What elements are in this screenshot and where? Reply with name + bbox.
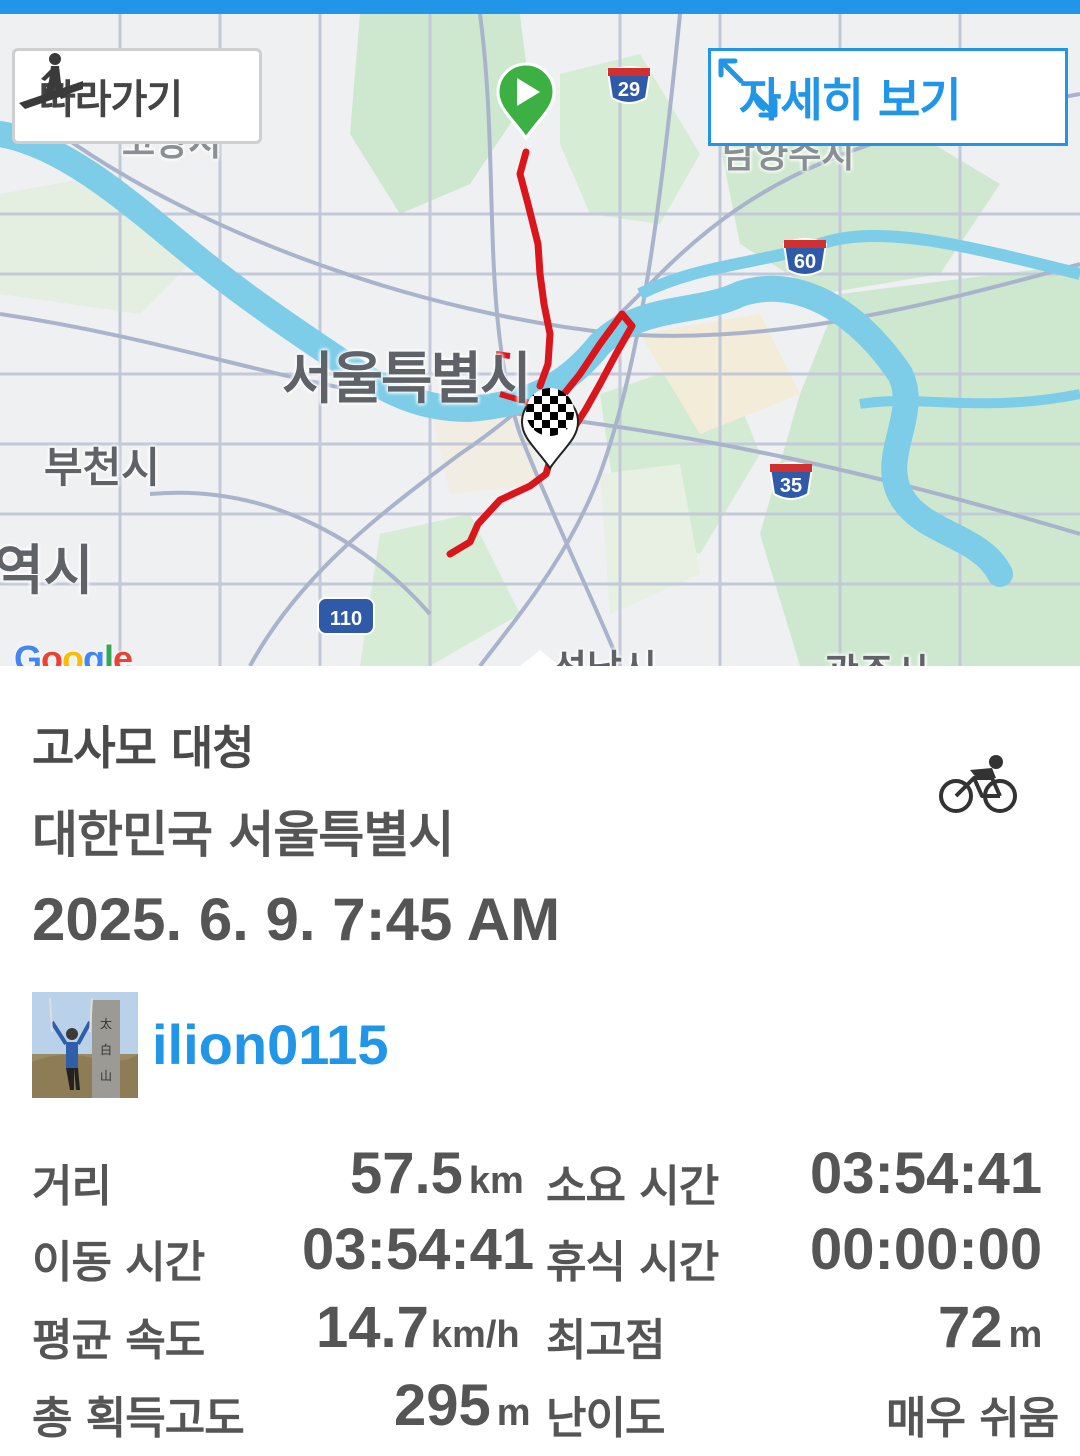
activity-datetime: 2025. 6. 9. 7:45 AM (32, 886, 561, 953)
top-accent-bar (0, 0, 1080, 14)
elev-gain-unit: m (496, 1392, 531, 1434)
difficulty-label: 난이도 (546, 1393, 665, 1444)
map-label-gwangju: 광주시 (824, 642, 929, 666)
map-label-bucheon: 부천시 (44, 443, 160, 492)
difficulty-value: 매우 쉬움 (886, 1393, 1059, 1444)
expand-icon (718, 58, 778, 118)
elapsed-label: 소요 시간 (546, 1161, 719, 1212)
user-avatar[interactable]: 太 白 山 (32, 992, 138, 1098)
distance-value-group: 57.5 km (350, 1140, 524, 1207)
rest-label: 휴식 시간 (546, 1237, 719, 1288)
hiker-icon (19, 53, 83, 109)
google-attribution: Google (14, 638, 133, 666)
highway-shield-29: 29 (606, 66, 652, 104)
elev-gain-value: 295 (394, 1373, 491, 1438)
avg-speed-value-group: 14.7km/h (316, 1294, 520, 1361)
username-link[interactable]: ilion0115 (152, 1012, 389, 1077)
svg-text:山: 山 (100, 1069, 112, 1083)
svg-text:35: 35 (780, 475, 802, 497)
moving-value: 03:54:41 (302, 1217, 535, 1282)
moving-label: 이동 시간 (32, 1237, 205, 1288)
highway-shield-110: 110 (317, 597, 375, 635)
svg-text:29: 29 (618, 79, 640, 101)
elapsed-value: 03:54:41 (810, 1141, 1043, 1206)
map-label-seoul: 서울특별시 (282, 347, 532, 412)
avg-speed-unit: km/h (430, 1314, 520, 1356)
activity-location: 대한민국 서울특별시 (32, 806, 454, 864)
svg-text:60: 60 (794, 251, 816, 273)
rest-value: 00:00:00 (810, 1217, 1043, 1282)
cycling-icon (939, 755, 1017, 813)
avg-speed-value: 14.7 (316, 1295, 429, 1360)
elev-gain-label: 총 획득고도 (32, 1393, 245, 1444)
avg-speed-label: 평균 속도 (32, 1315, 205, 1366)
map-label-seongnam: 성남시 (552, 638, 657, 666)
follow-button[interactable]: 따라가기 (12, 48, 262, 144)
distance-label: 거리 (32, 1161, 112, 1212)
svg-text:白: 白 (100, 1042, 112, 1057)
max-elev-value-group: 72 m (938, 1294, 1042, 1361)
max-elev-unit: m (1008, 1314, 1043, 1356)
distance-unit: km (468, 1160, 524, 1202)
highway-shield-35: 35 (768, 462, 814, 500)
distance-value: 57.5 (350, 1141, 463, 1206)
svg-text:太: 太 (100, 1016, 112, 1031)
elev-gain-value-group: 295 m (394, 1372, 531, 1439)
map-label-incheon: 역시 (0, 539, 94, 602)
route-map[interactable]: 29 60 35 110 서울특별시 부천시 역시 고양시 남양주시 성남시 광… (0, 14, 1080, 666)
max-elev-value: 72 (938, 1295, 1003, 1360)
svg-text:110: 110 (330, 608, 362, 630)
max-elev-label: 최고점 (546, 1315, 665, 1366)
view-details-button[interactable]: 자세히 보기 (708, 48, 1068, 146)
highway-shield-60: 60 (782, 238, 828, 276)
activity-title: 고사모 대청 (32, 721, 255, 775)
